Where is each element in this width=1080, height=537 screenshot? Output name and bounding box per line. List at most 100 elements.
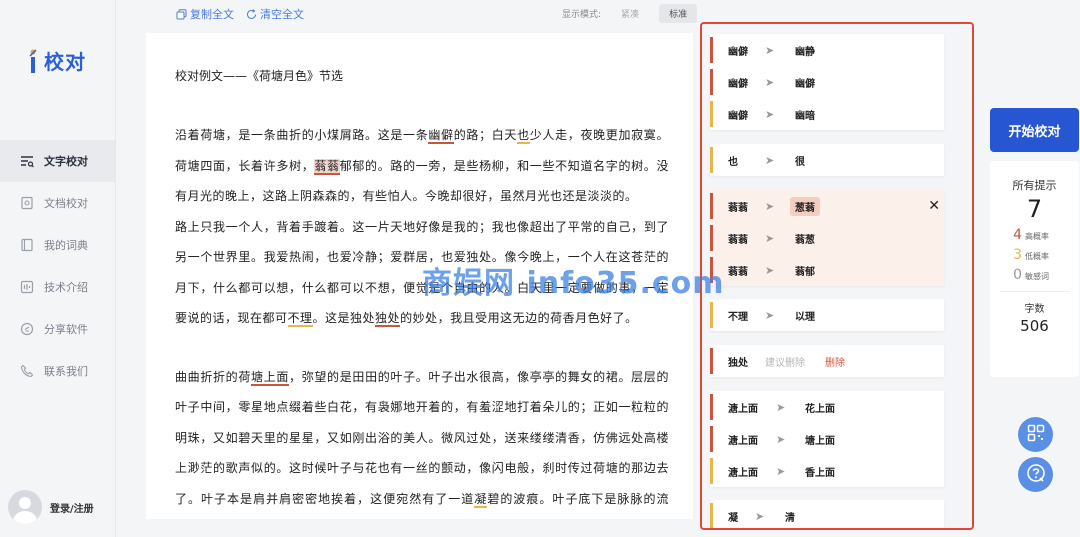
nav-item-contact[interactable]: 联系我们 (0, 350, 115, 392)
error-mark-selected[interactable]: 蓊蓊 (314, 158, 340, 175)
priority-bar (710, 302, 713, 328)
logo-text: 校对 (44, 50, 86, 74)
suggestion-row[interactable]: 幽僻 ➤ 幽僻 (710, 66, 944, 98)
replacement-word[interactable]: 幽僻 (795, 75, 815, 90)
priority-bar (710, 426, 713, 452)
logo[interactable]: 校对 (28, 46, 86, 75)
replacement-word[interactable]: 蓊葱 (795, 231, 815, 246)
suggestion-row[interactable]: 凝 ➤ 清 (710, 500, 944, 528)
display-mode-switch: 显示模式: 紧凑 标准 (562, 4, 698, 23)
text-span: 路上只我一个人，背着手踱着。这一片天地好像是我的；我也像超出了平常的自己，到了另… (175, 219, 669, 326)
priority-bar (710, 101, 713, 127)
suggestions-panel: 幽僻 ➤ 幽静 幽僻 ➤ 幽僻 幽僻 ➤ 幽暗 也 ➤ 很 ✕ 蓊蓊 ➤ 葱蓊 蓊蓊 ➤ 蓊葱 蓊蓊 ➤ 蓊… (700, 22, 974, 530)
suggestion-card[interactable]: 也 ➤ 很 (710, 144, 944, 176)
low-prob-count: 3 (1013, 247, 1022, 263)
refresh-icon (246, 8, 257, 20)
help-button[interactable] (1018, 457, 1053, 492)
text-span: 曲曲折折的荷 (175, 369, 252, 384)
arrow-icon: ➤ (765, 107, 775, 121)
nav-item-share[interactable]: 分享软件 (0, 308, 115, 350)
low-prob-label: 低概率 (1025, 252, 1049, 261)
text-editor[interactable]: 校对例文——《荷塘月色》节选 沿着荷塘，是一条曲折的小煤屑路。这是一条幽僻的路；… (146, 33, 693, 519)
mode-standard-tab[interactable]: 标准 (659, 4, 698, 23)
copy-all-button[interactable]: 复制全文 (176, 6, 234, 22)
phone-icon (20, 364, 34, 378)
qr-code-button[interactable] (1018, 417, 1053, 452)
user-area[interactable]: 登录/注册 (8, 490, 94, 524)
original-word: 凝 (728, 512, 738, 524)
suggestion-row[interactable]: 溏上面 ➤ 香上面 (710, 455, 944, 487)
original-word: 也 (728, 156, 738, 168)
suggestion-row[interactable]: 不理 ➤ 以理 (710, 299, 944, 331)
replacement-word[interactable]: 花上面 (805, 400, 835, 415)
nav-item-text-check[interactable]: 文字校对 (0, 140, 115, 182)
replacement-word-selected[interactable]: 葱蓊 (790, 196, 820, 216)
replacement-word[interactable]: 以理 (795, 308, 815, 323)
suggestion-row[interactable]: 蓊蓊 ➤ 蓊葱 (710, 222, 944, 254)
suggestion-row[interactable]: 溏上面 ➤ 花上面 (710, 391, 944, 423)
copy-icon (176, 8, 187, 20)
delete-button[interactable]: 删除 (825, 354, 845, 369)
avatar[interactable] (8, 490, 42, 524)
error-mark-low[interactable]: 也 (517, 128, 530, 144)
nav-item-tech[interactable]: 技术介绍 (0, 266, 115, 308)
arrow-icon: ➤ (776, 432, 786, 446)
text-span: 。这是独处 (312, 311, 376, 325)
sidebar-nav: 文字校对 文档校对 我的词典 技术介绍 分享软件 联系我们 (0, 140, 115, 392)
word-count-label: 字数 (1024, 304, 1045, 315)
text-check-icon (20, 154, 34, 168)
suggestion-row[interactable]: 幽僻 ➤ 幽暗 (710, 98, 944, 130)
suggest-delete-hint: 建议删除 (765, 357, 805, 369)
suggestion-row[interactable]: 蓊蓊 ➤ 葱蓊 (710, 190, 944, 222)
qr-code-icon (1027, 424, 1045, 446)
logo-icon (28, 48, 42, 74)
word-count-value: 506 (1020, 317, 1049, 335)
text-span: 的妙处，我且受用这无边的荷香月色好了。 (400, 311, 638, 325)
arrow-icon: ➤ (776, 464, 786, 478)
suggestion-card[interactable]: 溏上面 ➤ 花上面 溏上面 ➤ 塘上面 溏上面 ➤ 香上面 (710, 391, 944, 487)
share-icon (20, 322, 34, 336)
suggestion-card[interactable]: 幽僻 ➤ 幽静 幽僻 ➤ 幽僻 幽僻 ➤ 幽暗 (710, 34, 944, 130)
error-mark-low[interactable]: 不理 (287, 311, 313, 327)
clear-all-button[interactable]: 清空全文 (246, 6, 304, 22)
login-link[interactable]: 登录/注册 (50, 500, 94, 515)
suggestion-card[interactable]: 独处 建议删除 删除 (710, 345, 944, 377)
suggestion-card-active[interactable]: ✕ 蓊蓊 ➤ 葱蓊 蓊蓊 ➤ 蓊葱 蓊蓊 ➤ 蓊郁 (710, 190, 944, 286)
high-prob-count: 4 (1013, 227, 1022, 243)
arrow-icon: ➤ (765, 43, 775, 57)
mode-compact-tab[interactable]: 紧凑 (611, 4, 649, 23)
error-mark-high[interactable]: 塘上面 (251, 369, 290, 386)
replacement-word[interactable]: 清 (785, 509, 795, 524)
original-word: 不理 (728, 311, 748, 323)
nav-label: 技术介绍 (44, 281, 88, 294)
replacement-word[interactable]: 很 (795, 153, 805, 168)
start-proofread-button[interactable]: 开始校对 (990, 108, 1079, 152)
original-word: 幽僻 (728, 110, 748, 122)
nav-item-dictionary[interactable]: 我的词典 (0, 224, 115, 266)
replacement-word[interactable]: 幽暗 (795, 107, 815, 122)
suggestion-row[interactable]: 蓊蓊 ➤ 蓊郁 (710, 254, 944, 286)
error-mark-high[interactable]: 独处 (375, 311, 401, 327)
suggestion-row[interactable]: 幽僻 ➤ 幽静 (710, 34, 944, 66)
replacement-word[interactable]: 塘上面 (805, 432, 835, 447)
error-mark-high[interactable]: 幽僻 (428, 128, 454, 144)
suggestion-row[interactable]: 溏上面 ➤ 塘上面 (710, 423, 944, 455)
all-hints-count: 7 (1026, 195, 1043, 223)
suggestion-row[interactable]: 独处 建议删除 删除 (710, 345, 944, 377)
suggestion-row[interactable]: 也 ➤ 很 (710, 144, 944, 176)
replacement-word[interactable]: 幽静 (795, 43, 815, 58)
replacement-word[interactable]: 蓊郁 (795, 263, 815, 278)
document-icon (20, 196, 34, 210)
suggestion-card[interactable]: 凝 ➤ 清 (710, 500, 944, 528)
clear-all-label: 清空全文 (260, 8, 304, 21)
arrow-icon: ➤ (765, 199, 775, 213)
nav-item-document-check[interactable]: 文档校对 (0, 182, 115, 224)
replacement-word[interactable]: 香上面 (805, 464, 835, 479)
low-prob-stat: 3 低概率 (990, 247, 1079, 263)
priority-bar (710, 503, 713, 528)
arrow-icon: ➤ (776, 400, 786, 414)
error-mark-low[interactable]: 凝 (474, 491, 488, 508)
suggestion-card[interactable]: 不理 ➤ 以理 (710, 299, 944, 331)
original-word: 幽僻 (728, 78, 748, 90)
text-span: 沿着荷塘，是一条曲折的小煤屑路。这是一条 (175, 128, 429, 142)
